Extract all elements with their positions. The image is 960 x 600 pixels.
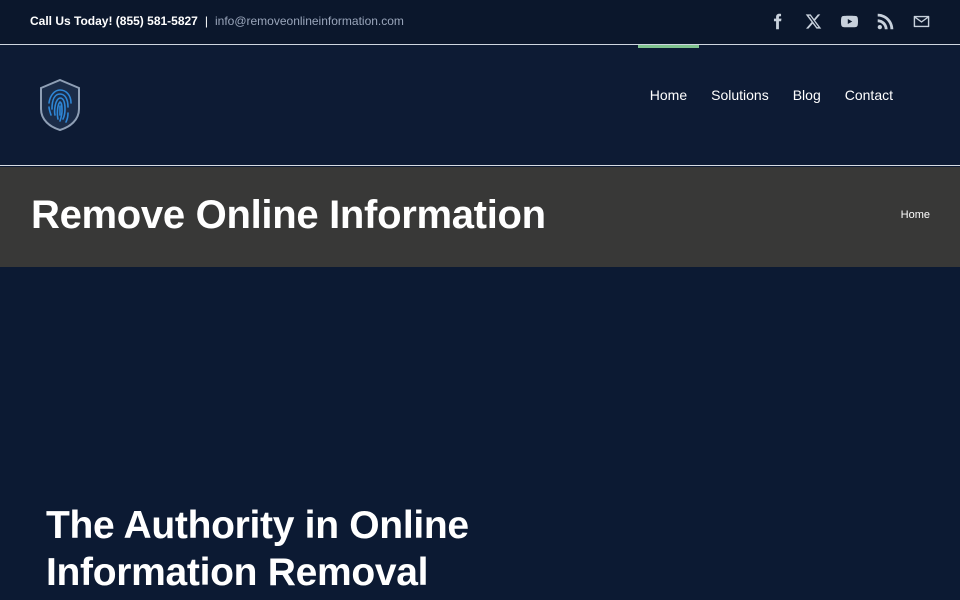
site-header: Home Solutions Blog Contact (0, 45, 960, 166)
fingerprint-shield-icon[interactable] (39, 78, 81, 132)
facebook-icon[interactable] (768, 12, 786, 30)
hero-heading-line-1: The Authority in Online (46, 504, 469, 547)
nav-item-home[interactable]: Home (637, 45, 700, 165)
email-icon[interactable] (912, 12, 930, 30)
social-links (768, 12, 930, 30)
contact-separator: | (204, 14, 208, 28)
contact-info: Call Us Today! (855) 581-5827 | info@rem… (30, 14, 404, 28)
youtube-icon[interactable] (840, 12, 858, 30)
main-nav: Home Solutions Blog Contact (637, 45, 905, 165)
hero-heading: The Authority in Online Information Remo… (46, 502, 606, 596)
breadcrumb-home[interactable]: Home (901, 209, 930, 221)
hero-heading-line-2: Information Removal (46, 551, 429, 594)
nav-item-contact[interactable]: Contact (833, 45, 905, 165)
phone-number: Call Us Today! (855) 581-5827 (30, 14, 198, 28)
rss-icon[interactable] (876, 12, 894, 30)
top-bar: Call Us Today! (855) 581-5827 | info@rem… (0, 0, 960, 45)
email-link[interactable]: info@removeonlineinformation.com (215, 14, 404, 28)
x-twitter-icon[interactable] (804, 12, 822, 30)
page-title-bar: Remove Online Information Home (0, 167, 960, 267)
nav-item-solutions[interactable]: Solutions (699, 45, 781, 165)
hero-section: The Authority in Online Information Remo… (0, 267, 960, 600)
nav-item-blog[interactable]: Blog (781, 45, 833, 165)
page-title: Remove Online Information (31, 193, 546, 237)
